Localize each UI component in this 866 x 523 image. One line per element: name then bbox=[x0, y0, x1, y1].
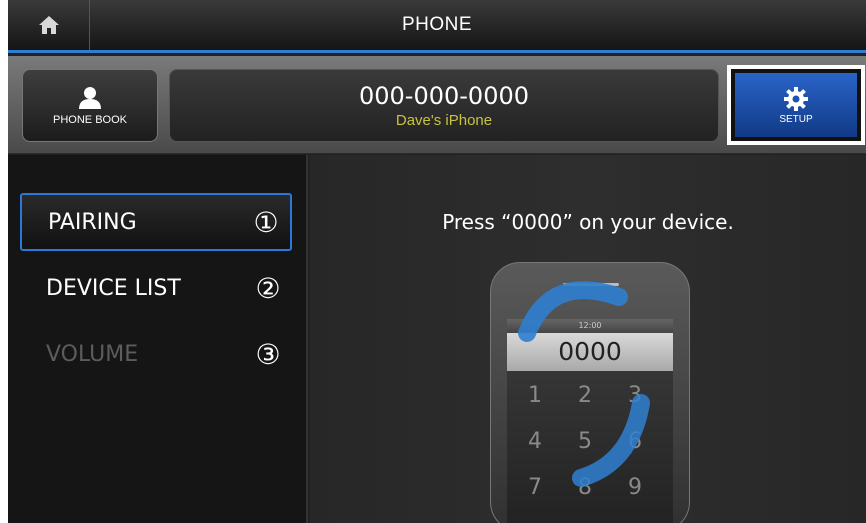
keypad-key: 2 bbox=[578, 383, 592, 408]
phone-book-button[interactable]: PHONE BOOK bbox=[22, 69, 158, 142]
header-bar: PHONE BOOK 000-000-0000 Dave's iPhone SE… bbox=[8, 56, 866, 154]
keypad-key: 5 bbox=[578, 429, 592, 454]
menu-item-number: ③ bbox=[255, 337, 281, 371]
phone-status-bar: 12:00 bbox=[507, 319, 673, 333]
pairing-code-display: 0000 bbox=[507, 333, 673, 371]
menu-item-number: ② bbox=[255, 271, 281, 305]
keypad-key: 7 bbox=[528, 475, 542, 500]
connected-device-panel: 000-000-0000 Dave's iPhone bbox=[169, 69, 719, 142]
menu-item-number: ① bbox=[253, 205, 279, 239]
phone-time: 12:00 bbox=[578, 321, 602, 330]
phone-illustration-screen: 12:00 0000 1 2 3 4 5 6 7 8 9 bbox=[507, 319, 673, 523]
keypad-key: 6 bbox=[628, 429, 642, 454]
title-bar: PHONE bbox=[8, 0, 866, 53]
phone-book-label: PHONE BOOK bbox=[53, 113, 127, 126]
setup-button[interactable]: SETUP bbox=[735, 73, 857, 137]
phone-speaker bbox=[563, 283, 619, 286]
page-title: PHONE bbox=[401, 14, 473, 35]
menu-item-label: DEVICE LIST bbox=[46, 275, 181, 301]
gear-icon bbox=[784, 86, 808, 111]
menu-item-label: PAIRING bbox=[48, 209, 137, 235]
menu-item-volume: VOLUME ③ bbox=[20, 325, 292, 383]
menu-item-device-list[interactable]: DEVICE LIST ② bbox=[20, 259, 292, 317]
keypad-key: 4 bbox=[528, 429, 542, 454]
setup-label: SETUP bbox=[779, 113, 813, 125]
person-icon bbox=[79, 86, 101, 109]
phone-illustration: 12:00 0000 1 2 3 4 5 6 7 8 9 bbox=[490, 262, 690, 523]
pairing-content: Press “0000” on your device. 12:00 0000 … bbox=[310, 155, 866, 523]
menu-item-pairing[interactable]: PAIRING ① bbox=[20, 193, 292, 251]
setup-highlight-frame: SETUP bbox=[727, 65, 865, 145]
phone-screen-ui: PHONE PHONE BOOK 000-000-0000 Dave's iPh… bbox=[8, 0, 866, 523]
menu-item-label: VOLUME bbox=[46, 341, 139, 367]
keypad-key: 1 bbox=[528, 383, 542, 408]
phone-number: 000-000-0000 bbox=[358, 82, 529, 110]
setup-menu: PAIRING ① DEVICE LIST ② VOLUME ③ bbox=[8, 155, 308, 523]
keypad-key: 8 bbox=[578, 475, 592, 500]
device-name: Dave's iPhone bbox=[395, 112, 493, 129]
keypad-key: 3 bbox=[628, 383, 642, 408]
keypad-key: 9 bbox=[628, 475, 642, 500]
pairing-instruction: Press “0000” on your device. bbox=[442, 210, 734, 234]
